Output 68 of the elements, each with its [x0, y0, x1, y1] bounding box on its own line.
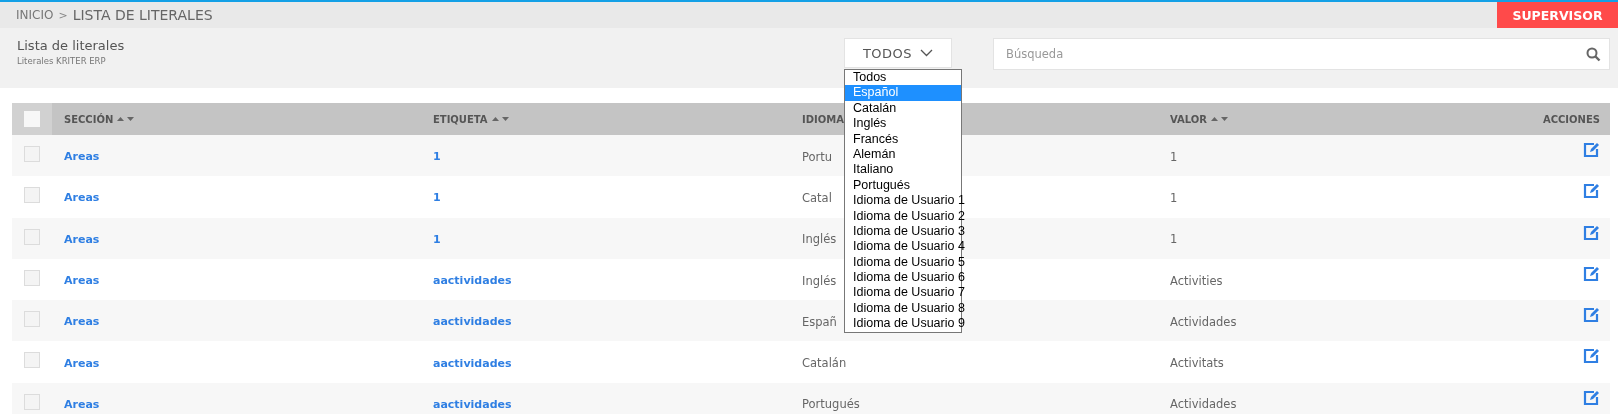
checkbox[interactable]	[24, 393, 40, 410]
page-subtitle: Literales KRITER ERP	[17, 56, 107, 66]
language-cell: Catal	[802, 190, 832, 205]
section-link[interactable]: Areas	[64, 191, 100, 205]
tag-link[interactable]: aactividades	[433, 397, 512, 411]
column-header: ACCIONES	[1542, 113, 1600, 125]
checkbox[interactable]	[24, 187, 40, 204]
breadcrumb-item[interactable]: LISTA DE LITERALES	[72, 7, 213, 23]
section-link[interactable]: Areas	[64, 274, 100, 288]
breadcrumb-item[interactable]: INICIO	[16, 8, 54, 22]
sort-icon[interactable]	[491, 116, 510, 122]
value-cell: 1	[1170, 190, 1178, 205]
language-cell: Inglés	[802, 273, 837, 288]
dropdown-option[interactable]: Inglés	[845, 116, 961, 132]
column-header[interactable]: ETIQUETA	[433, 113, 488, 125]
value-cell: Activitats	[1170, 356, 1224, 371]
column-header[interactable]: SECCIÓN	[64, 113, 114, 125]
edit-icon[interactable]	[1583, 224, 1600, 241]
language-cell: Inglés	[802, 232, 837, 247]
tag-link[interactable]: aactividades	[433, 274, 512, 288]
language-select[interactable]: TODOS	[844, 38, 952, 68]
edit-icon[interactable]	[1583, 183, 1600, 200]
tag-link[interactable]: aactividades	[433, 315, 512, 329]
dropdown-option[interactable]: Catalán	[845, 100, 961, 117]
section-link[interactable]: Areas	[64, 232, 100, 246]
edit-icon[interactable]	[1583, 265, 1600, 282]
value-cell: Actividades	[1170, 397, 1237, 412]
dropdown-option[interactable]: Alemán	[845, 146, 961, 163]
column-header: IDIOMA	[802, 113, 844, 125]
language-cell: Portugués	[802, 397, 860, 412]
column-header[interactable]: VALOR	[1170, 113, 1208, 125]
dropdown-option[interactable]: Francés	[845, 131, 961, 147]
section-link[interactable]: Areas	[64, 150, 100, 164]
dropdown-option[interactable]: Todos	[845, 70, 961, 86]
edit-icon[interactable]	[1583, 348, 1600, 365]
checkbox[interactable]	[24, 311, 40, 328]
sort-icon[interactable]	[1211, 116, 1230, 122]
chevron-down-icon	[920, 49, 934, 57]
value-cell: 1	[1170, 149, 1178, 164]
language-cell: Españ	[802, 314, 837, 329]
checkbox[interactable]	[24, 352, 40, 369]
sort-icon[interactable]	[117, 116, 136, 122]
section-link[interactable]: Areas	[64, 356, 100, 370]
dropdown-option[interactable]: Italiano	[845, 162, 961, 178]
breadcrumb-separator: >	[58, 8, 68, 22]
user-button[interactable]: SUPERVISOR	[1497, 2, 1618, 28]
tag-link[interactable]: 1	[433, 191, 441, 205]
checkbox[interactable]	[24, 269, 40, 286]
checkbox[interactable]	[24, 228, 40, 245]
tag-link[interactable]: 1	[433, 232, 441, 246]
page-title: Lista de literales	[17, 38, 126, 53]
tag-link[interactable]: 1	[433, 150, 441, 164]
checkbox[interactable]	[24, 146, 40, 162]
value-cell: 1	[1170, 232, 1178, 247]
edit-icon[interactable]	[1583, 142, 1600, 158]
dropdown-option[interactable]: Portugués	[845, 177, 961, 194]
language-cell: Portu	[802, 149, 833, 164]
tag-link[interactable]: aactividades	[433, 356, 512, 370]
section-link[interactable]: Areas	[64, 315, 100, 329]
edit-icon[interactable]	[1583, 389, 1600, 406]
value-cell: Activities	[1170, 273, 1223, 288]
search-icon[interactable]	[1586, 47, 1601, 62]
section-link[interactable]: Areas	[64, 397, 100, 411]
dropdown-option[interactable]: Español	[845, 85, 961, 101]
edit-icon[interactable]	[1583, 307, 1600, 324]
value-cell: Actividades	[1170, 314, 1237, 329]
search-field[interactable]: Búsqueda	[993, 38, 1610, 70]
language-cell: Catalán	[802, 356, 847, 371]
